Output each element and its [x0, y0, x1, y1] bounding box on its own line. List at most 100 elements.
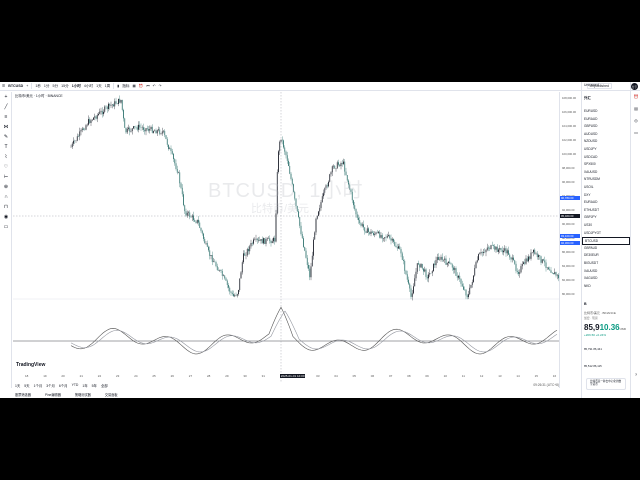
candle-body [253, 239, 254, 244]
watchlist-item[interactable]: NTRUSDM [582, 176, 630, 184]
range-button[interactable]: YTD [72, 383, 79, 387]
watchlist-header[interactable]: Unnamed [584, 83, 599, 87]
indicators-button[interactable]: 指标 [122, 84, 129, 89]
range-button[interactable]: 全部 [101, 383, 108, 388]
chart-area[interactable]: 比特币/美元 · 1小时 · BINANCE BTCUSD, 1小时 比特币/美… [13, 92, 559, 388]
chart-legend[interactable]: 比特币/美元 · 1小时 · BINANCE [15, 93, 63, 98]
path-icon[interactable]: ⌇ [3, 154, 9, 160]
candle-body [318, 211, 319, 216]
detail-note[interactable]: 比特币是一种去中心化的数字货币 [586, 378, 626, 390]
watchlist-item[interactable]: DE30EUR [582, 252, 630, 260]
detail-symbol: B [584, 302, 587, 306]
interval-5m[interactable]: 5分 [53, 84, 59, 89]
watchlist-icon[interactable]: ☰ [633, 84, 639, 90]
candle-body [104, 106, 106, 112]
watchlist-title[interactable]: 外汇 [584, 95, 591, 100]
watchlist-item[interactable]: AUDUSD [582, 131, 630, 139]
watchlist-item[interactable]: GBPUSD [582, 123, 630, 131]
brush-icon[interactable]: ✎ [3, 134, 9, 140]
eye-icon[interactable]: ◉ [3, 214, 9, 220]
candle-body [496, 246, 498, 252]
trash-icon[interactable]: ▭ [3, 224, 9, 230]
watchlist-item[interactable]: USDCAD [582, 154, 630, 162]
price-tick: 106,000.00 [562, 110, 576, 114]
news-icon[interactable]: ◎ [633, 118, 639, 124]
watchlist-item[interactable]: NKD [582, 283, 630, 291]
magnet-icon[interactable]: ∩ [3, 194, 9, 200]
interval-1h[interactable]: 1小时 [72, 84, 81, 89]
trendline-icon[interactable]: ╱ [3, 104, 9, 110]
oscillator-line-b [70, 310, 558, 353]
range-button[interactable]: 1天 [15, 383, 20, 388]
alert-icon[interactable]: ⏰ [139, 84, 143, 88]
alerts-icon[interactable]: ⏰ [633, 94, 639, 100]
watchlist-item[interactable]: EURAUD [582, 116, 630, 124]
chat-icon[interactable]: ▭ [633, 130, 639, 136]
crosshair-icon[interactable]: + [3, 94, 9, 100]
lock-icon[interactable]: ⊓ [3, 204, 9, 210]
pattern-icon[interactable]: ⋈ [3, 124, 9, 130]
panel-tab[interactable]: 交易面板 [105, 392, 118, 397]
watchlist-item[interactable]: USOIL [582, 184, 630, 192]
candle-body [210, 255, 212, 256]
undo-icon[interactable]: ↶ [153, 84, 156, 88]
watchlist-item[interactable]: US30 [582, 222, 630, 230]
panel-tab[interactable]: 策略测试器 [75, 392, 91, 397]
watchlist-item[interactable]: USDJPYOT [582, 230, 630, 238]
symbol-search[interactable]: BTCUSD [8, 84, 23, 88]
range-button[interactable]: 5年 [92, 383, 97, 388]
watchlist-item[interactable]: ETHUSDT [582, 207, 630, 215]
candle-body [543, 259, 544, 261]
candle-body [374, 233, 376, 235]
range-button[interactable]: 5天 [24, 383, 29, 388]
menu-icon[interactable]: ☰ [2, 84, 5, 88]
candle-body [445, 258, 447, 265]
watchlist-item[interactable]: EURAUD [582, 199, 630, 207]
ruler-icon[interactable]: ⊢ [3, 174, 9, 180]
candle-body [170, 148, 172, 152]
watchlist-item[interactable]: DXY [582, 192, 630, 200]
text-icon[interactable]: T [3, 144, 9, 150]
help-icon[interactable]: ? [633, 372, 639, 378]
candle-type-icon[interactable]: ▮ [117, 84, 119, 88]
watchlist-item[interactable]: SPX500 [582, 161, 630, 169]
panel-tab[interactable]: 股票筛选器 [15, 392, 31, 397]
range-button[interactable]: 3个月 [46, 383, 55, 388]
watchlist-item[interactable]: GBPAUD [582, 245, 630, 253]
range-button[interactable]: 1年 [82, 383, 87, 388]
time-axis[interactable]: 18 19 20 21 22 23 24 25 26 27 28 29 30 31 2025-01-01 1… [13, 374, 559, 379]
templates-icon[interactable]: ▦ [132, 84, 135, 88]
redo-icon[interactable]: ↷ [159, 84, 162, 88]
watchlist-item[interactable]: XAUUSD [582, 268, 630, 276]
zoom-icon[interactable]: ⊕ [3, 184, 9, 190]
data-window-icon[interactable]: ▤ [633, 106, 639, 112]
watchlist-item[interactable]: NZDUSD [582, 138, 630, 146]
watchlist-item[interactable]: XAUUSD [582, 169, 630, 177]
add-symbol-icon[interactable]: + [26, 84, 28, 88]
watchlist-item[interactable]: EURUSD [582, 108, 630, 116]
range-button[interactable]: 1个月 [34, 383, 43, 388]
heart-icon[interactable]: ♡ [3, 164, 9, 170]
fib-icon[interactable]: ≡ [3, 114, 9, 120]
price-chart[interactable] [13, 92, 559, 388]
interval-1s[interactable]: 1秒 [35, 84, 41, 89]
interval-1d[interactable]: 1天 [96, 84, 102, 89]
interval-1w[interactable]: 1周 [105, 84, 111, 89]
replay-icon[interactable]: ⏮ [146, 84, 149, 88]
clock[interactable]: 09:26:31 (UTC+8) [533, 383, 559, 387]
watchlist-item[interactable]: BIGUSDT [582, 260, 630, 268]
price-axis[interactable]: 108,000.00 106,000.00 104,000.00 102,000.00… [559, 92, 580, 388]
watchlist-item[interactable]: USDJPY [582, 146, 630, 154]
price-tick: 96,000.00 [562, 180, 575, 184]
interval-15m[interactable]: 15分 [61, 84, 69, 89]
candle-body [120, 99, 122, 103]
watchlist-item[interactable]: GBPJPY [582, 214, 630, 222]
panel-tab[interactable]: Pine编辑器 [45, 392, 61, 397]
interval-4h[interactable]: 4小时 [84, 84, 93, 89]
candle-body [80, 130, 82, 132]
watchlist-item[interactable]: BTCUSD [582, 237, 630, 245]
candle-body [368, 228, 369, 232]
range-button[interactable]: 6个月 [59, 383, 68, 388]
watchlist-item[interactable]: XAGUSD [582, 275, 630, 283]
interval-1m[interactable]: 1分 [44, 84, 50, 89]
